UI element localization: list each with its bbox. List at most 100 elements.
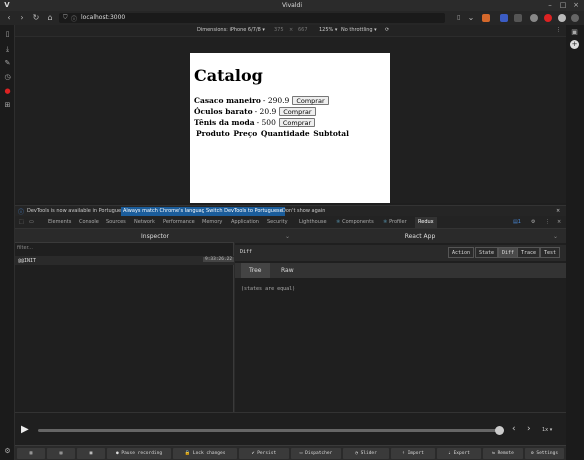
notes-panel-icon[interactable]: ✎ <box>3 59 12 68</box>
bookmarks-panel-icon[interactable]: ▯ <box>3 30 12 39</box>
device-width[interactable]: 375 <box>274 27 284 33</box>
tab-network[interactable]: Network <box>134 219 155 225</box>
persist-button[interactable]: ✔ Persist <box>239 448 289 459</box>
mode-button-action[interactable]: Action <box>448 247 475 258</box>
tab-components-label: Components <box>342 219 374 225</box>
filter-input[interactable]: filter... <box>17 245 33 251</box>
switch-language-button[interactable]: Switch DevTools to Portuguese <box>204 207 285 216</box>
history-panel-icon[interactable]: ◷ <box>3 73 12 82</box>
bookmark-icon[interactable]: ▯ <box>457 14 460 21</box>
instance-select[interactable]: React App <box>295 233 545 240</box>
device-toggle-icon[interactable]: ▭ <box>29 219 34 225</box>
dont-show-again-link[interactable]: Don't show again <box>282 208 325 214</box>
slider-button[interactable]: ◔ Slider <box>343 448 389 459</box>
import-button[interactable]: ⇡ Import <box>391 448 435 459</box>
tab-profiler-label: Profiler <box>389 219 407 225</box>
chevron-down-icon[interactable]: ⌄ <box>285 233 290 240</box>
devtools-mode-icon[interactable]: ▣ <box>570 28 579 37</box>
tab-application[interactable]: Application <box>231 219 259 225</box>
extension-red-icon[interactable] <box>544 14 552 22</box>
extensions-menu-icon[interactable] <box>571 14 579 22</box>
pause-recording-button[interactable]: ● Pause recording <box>107 448 171 459</box>
tab-components[interactable]: ⚛ Components <box>336 219 374 225</box>
step-forward-icon[interactable]: › <box>527 424 531 434</box>
tab-console[interactable]: Console <box>79 219 99 225</box>
minimize-icon[interactable]: – <box>545 1 555 10</box>
subtab-tree[interactable]: Tree <box>241 263 270 278</box>
settings-gear-icon[interactable]: ⚙ <box>3 447 12 456</box>
youtube-panel-icon[interactable]: ● <box>3 87 12 96</box>
zoom-select[interactable]: 125% ▾ <box>319 27 337 33</box>
add-web-panel-icon[interactable]: + <box>570 40 579 49</box>
layout-bottom-icon[interactable]: ▤ <box>47 448 75 459</box>
site-info-icon[interactable]: ⓘ <box>71 14 77 23</box>
forward-icon[interactable]: › <box>17 13 27 23</box>
speed-select[interactable]: 1x ▾ <box>542 427 552 433</box>
downloads-panel-icon[interactable]: ⤓ <box>3 45 12 54</box>
tab-elements[interactable]: Elements <box>48 219 71 225</box>
layout-right-icon[interactable]: ▦ <box>77 448 105 459</box>
dropdown-icon[interactable]: ⌄ <box>466 13 476 23</box>
back-icon[interactable]: ‹ <box>4 13 14 23</box>
layout-left-icon[interactable]: ▥ <box>17 448 45 459</box>
remote-button[interactable]: ⇆ Remote <box>483 448 523 459</box>
extension-fox-icon[interactable] <box>482 14 490 22</box>
extension-circle-icon[interactable] <box>530 14 538 22</box>
throttling-select[interactable]: No throttling ▾ <box>341 27 377 33</box>
inspect-element-icon[interactable]: ⬚ <box>19 219 24 225</box>
buy-button[interactable]: Comprar <box>292 96 329 105</box>
speed-label: 1x <box>542 427 549 433</box>
tab-redux[interactable]: Redux <box>415 217 437 228</box>
slider-track[interactable] <box>38 429 500 432</box>
mode-button-test[interactable]: Test <box>540 247 561 258</box>
match-language-button[interactable]: Always match Chrome's language <box>121 207 210 216</box>
play-icon[interactable]: ▶ <box>21 424 29 435</box>
tab-security[interactable]: Security <box>267 219 288 225</box>
product-name: Tênis da moda <box>194 118 255 127</box>
reload-icon[interactable]: ↻ <box>31 13 41 23</box>
mode-button-state[interactable]: State <box>475 247 499 258</box>
tab-sources[interactable]: Sources <box>106 219 126 225</box>
close-window-icon[interactable]: × <box>571 1 581 10</box>
extension-gray-icon[interactable] <box>514 14 522 22</box>
instance-header: React App ⌄ ⌄ <box>235 229 566 243</box>
chevron-down-icon[interactable]: ⌄ <box>553 233 558 240</box>
issues-badge[interactable]: ▤1 <box>513 219 521 225</box>
buy-button[interactable]: Comprar <box>279 107 316 116</box>
devtools-settings-icon[interactable]: ⚙ <box>531 219 535 225</box>
subtab-raw[interactable]: Raw <box>273 263 302 278</box>
buy-button[interactable]: Comprar <box>278 118 316 127</box>
address-bar: ‹ › ↻ ⌂ ⛉ ⓘ localhost:3000 ▯ ⌄ <box>0 11 584 25</box>
rotate-icon[interactable]: ⟳ <box>385 27 389 33</box>
devtools-more-icon[interactable]: ⋮ <box>545 219 550 225</box>
slider-handle[interactable] <box>495 426 504 435</box>
settings-button[interactable]: ⚙ Settings <box>525 448 564 459</box>
info-icon: ⓘ <box>18 209 25 216</box>
tab-memory[interactable]: Memory <box>202 219 222 225</box>
export-button[interactable]: ⇣ Export <box>437 448 481 459</box>
devtools-close-icon[interactable]: × <box>557 219 561 225</box>
lock-changes-button[interactable]: 🔒 Lock changes <box>173 448 237 459</box>
tab-profiler[interactable]: ⚛ Profiler <box>383 219 407 225</box>
close-infobar-icon[interactable]: × <box>556 208 560 214</box>
extension-blue-icon[interactable] <box>500 14 508 22</box>
more-options-icon[interactable]: ⋮ <box>556 27 561 33</box>
mode-button-trace[interactable]: Trace <box>517 247 541 258</box>
add-panel-icon[interactable]: ⊞ <box>3 101 12 110</box>
maximize-icon[interactable]: □ <box>558 1 568 10</box>
action-list-item[interactable]: @@INIT 9:33:26.22 <box>15 256 235 265</box>
shield-icon[interactable]: ⛉ <box>63 14 68 22</box>
tab-performance[interactable]: Performance <box>163 219 195 225</box>
dispatcher-button[interactable]: ▭ Dispatcher <box>291 448 341 459</box>
step-back-icon[interactable]: ‹ <box>512 424 516 434</box>
view-subtabs: Tree Raw <box>235 263 566 278</box>
profile-avatar[interactable] <box>558 14 566 22</box>
inspector-header: Inspector <box>15 229 234 243</box>
device-select[interactable]: Dimensions: iPhone 6/7/8 ▾ <box>197 27 265 33</box>
product-item: Tênis da moda - 500 Comprar <box>194 117 386 128</box>
home-icon[interactable]: ⌂ <box>45 13 55 23</box>
mode-button-diff[interactable]: Diff <box>498 247 519 258</box>
tab-lighthouse[interactable]: Lighthouse <box>299 219 327 225</box>
device-height[interactable]: 667 <box>298 27 308 33</box>
url-field[interactable]: ⛉ ⓘ localhost:3000 ▯ <box>59 13 460 23</box>
